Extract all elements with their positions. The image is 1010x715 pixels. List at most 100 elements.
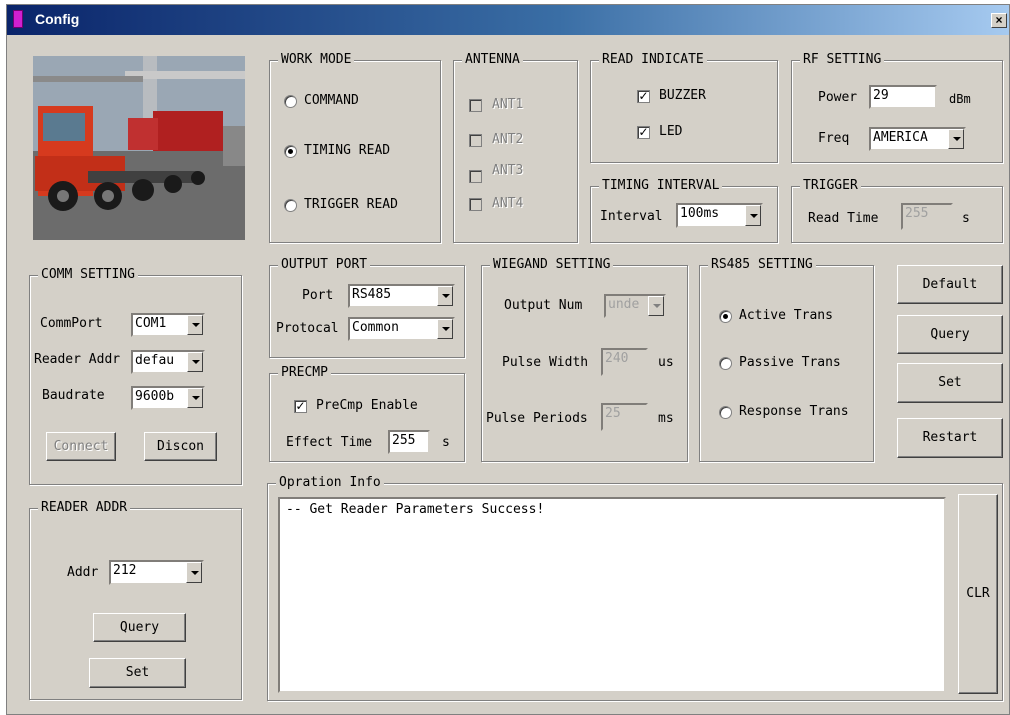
output-port-title: OUTPUT PORT [278,257,371,273]
timing-interval-group: TIMING INTERVAL Interval 100ms [590,178,778,243]
pulse-width-unit: us [658,355,674,370]
port-dropdown-icon[interactable] [437,286,453,306]
ant4-checkbox[interactable] [469,198,482,211]
restart-button[interactable]: Restart [897,418,1003,458]
effect-time-input[interactable]: 255 [388,430,430,454]
precmp-enable-label[interactable]: PreCmp Enable [316,398,418,414]
pulse-periods-label: Pulse Periods [486,411,588,426]
ant3-checkbox[interactable] [469,170,482,183]
work-mode-group: WORK MODE COMMAND TIMING READ TRIGGER RE… [269,52,441,243]
reader-addr-value: defau [135,353,175,368]
operation-info-log[interactable]: -- Get Reader Parameters Success! [278,497,946,693]
clr-button-label: CLR [966,586,990,601]
effect-time-unit: s [442,435,450,450]
protocol-label: Protocal [276,321,339,336]
ant1-label: ANT1 [492,97,524,112]
passive-trans-label[interactable]: Passive Trans [739,355,841,371]
trigger-read-label[interactable]: TRIGGER READ [304,197,398,213]
rf-setting-group: RF SETTING Power 29 dBm Freq AMERICA [791,52,1003,163]
interval-select[interactable]: 100ms [676,203,763,228]
addr-select[interactable]: 212 [109,560,204,585]
discon-button-label: Discon [157,438,204,454]
response-trans-label[interactable]: Response Trans [739,404,849,420]
reader-addr-group: READER ADDR Addr 212 Query Set [29,500,242,700]
discon-button[interactable]: Discon [144,432,217,461]
antenna-group: ANTENNA ANT1 ANT2 ANT3 ANT4 [453,52,578,243]
restart-button-label: Restart [922,430,978,445]
addr-label: Addr [67,565,99,580]
set-button[interactable]: Set [897,363,1003,403]
addr-set-button[interactable]: Set [89,658,186,688]
ant3-label: ANT3 [492,163,524,178]
output-num-select[interactable]: unde [604,294,666,318]
protocol-dropdown-icon[interactable] [437,319,453,339]
default-button[interactable]: Default [897,265,1003,304]
addr-query-button[interactable]: Query [93,613,186,642]
active-trans-label[interactable]: Active Trans [739,308,833,324]
command-radio[interactable] [284,95,297,108]
comm-setting-group: COMM SETTING CommPort COM1 Reader Addr d… [29,267,242,485]
pulse-width-input[interactable]: 240 [601,348,648,376]
read-time-unit: s [962,211,970,226]
addr-value: 212 [113,563,137,578]
trigger-read-radio[interactable] [284,199,297,212]
pulse-periods-input[interactable]: 25 [601,403,648,431]
port-select[interactable]: RS485 [348,284,455,308]
close-button[interactable]: × [991,13,1007,28]
ant4-label: ANT4 [492,196,524,211]
baudrate-value: 9600b [135,389,175,404]
command-label[interactable]: COMMAND [304,93,359,109]
clr-button[interactable]: CLR [958,494,998,694]
freq-select[interactable]: AMERICA [869,127,966,151]
passive-trans-radio[interactable] [719,357,732,370]
protocol-value: Common [352,320,399,335]
baudrate-dropdown-icon[interactable] [187,388,203,408]
reader-addr-label: Reader Addr [34,352,121,367]
default-button-label: Default [922,276,978,292]
port-label: Port [302,288,334,303]
connect-button-label: Connect [53,438,109,454]
power-input[interactable]: 29 [869,85,937,109]
timing-read-radio[interactable] [284,145,297,158]
interval-dropdown-icon[interactable] [745,205,761,226]
read-indicate-group: READ INDICATE ✓ BUZZER ✓ LED [590,52,778,163]
led-checkbox[interactable]: ✓ [637,126,650,139]
active-trans-radio[interactable] [719,310,732,323]
read-time-input[interactable]: 255 [901,203,953,230]
precmp-enable-checkbox[interactable]: ✓ [294,400,307,413]
port-value: RS485 [352,287,392,302]
commport-dropdown-icon[interactable] [187,315,203,335]
connect-button[interactable]: Connect [46,432,116,461]
reader-addr-select[interactable]: defau [131,350,205,374]
freq-label: Freq [818,131,850,146]
commport-select[interactable]: COM1 [131,313,205,337]
buzzer-checkbox[interactable]: ✓ [637,90,650,103]
protocol-select[interactable]: Common [348,317,455,341]
baudrate-select[interactable]: 9600b [131,386,205,410]
led-label[interactable]: LED [659,124,682,140]
addr-dropdown-icon[interactable] [186,562,202,583]
app-icon [13,10,23,28]
ant1-checkbox[interactable] [469,99,482,112]
output-num-label: Output Num [504,298,583,313]
buzzer-label[interactable]: BUZZER [659,88,706,104]
addr-set-label: Set [125,665,150,680]
effect-time-label: Effect Time [286,435,373,450]
wiegand-setting-group: WIEGAND SETTING Output Num unde Pulse Wi… [481,257,688,462]
reader-addr-dropdown-icon[interactable] [187,352,203,372]
freq-dropdown-icon[interactable] [948,129,964,149]
timing-read-label[interactable]: TIMING READ [304,143,390,159]
commport-label: CommPort [40,316,103,331]
read-time-label: Read Time [808,211,879,226]
wiegand-setting-title: WIEGAND SETTING [490,257,614,273]
output-port-group: OUTPUT PORT Port RS485 Protocal Common [269,257,465,358]
addr-query-label: Query [119,619,160,635]
interval-value: 100ms [680,206,720,221]
output-num-dropdown-icon[interactable] [648,296,664,316]
ant2-checkbox[interactable] [469,134,482,147]
response-trans-radio[interactable] [719,406,732,419]
operation-info-title: Opration Info [276,475,384,491]
query-button[interactable]: Query [897,315,1003,354]
rf-setting-title: RF SETTING [800,52,885,68]
rs485-setting-title: RS485 SETTING [708,257,816,273]
